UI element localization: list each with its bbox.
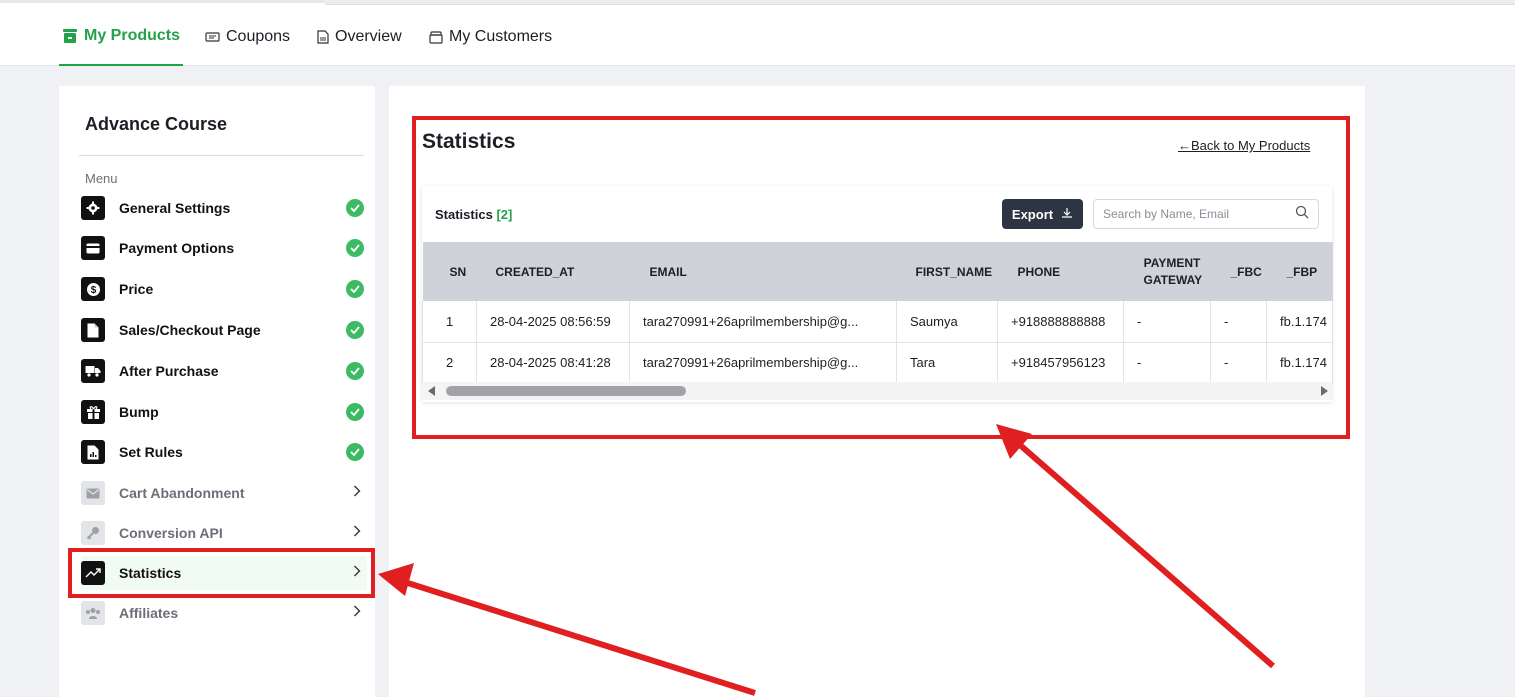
annotation-arrows xyxy=(378,424,1275,696)
